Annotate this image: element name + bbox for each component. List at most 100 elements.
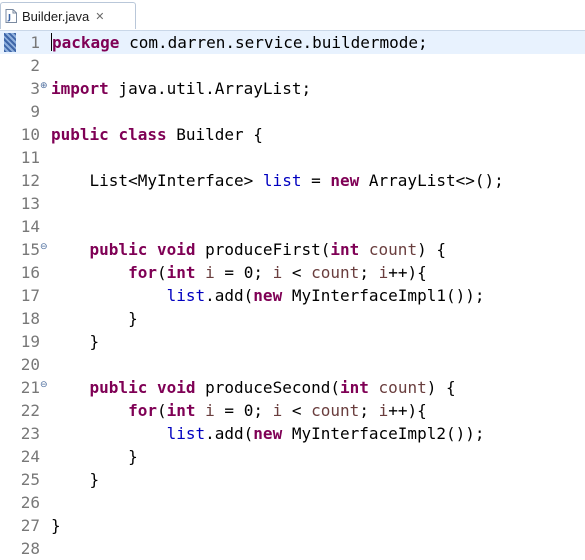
keyword-token: int [340, 378, 369, 397]
tab-builder-java[interactable]: J Builder.java ✕ [0, 2, 136, 29]
code-line[interactable]: 28 [0, 537, 585, 560]
code-token: ( [156, 401, 167, 420]
code-line[interactable]: 16 for(int i = 0; i < count; i++){ [0, 261, 585, 284]
collapse-fold-icon[interactable]: ⊖ [40, 376, 48, 394]
code-token: com.darren.service.buildermode; [119, 33, 428, 52]
code-line[interactable]: 27} [0, 514, 585, 537]
code-token: } [51, 332, 100, 351]
code-line[interactable]: 15 ⊖ public void produceFirst(int count) … [0, 238, 585, 261]
code-line[interactable]: 14 [0, 215, 585, 238]
keyword-token: void [156, 378, 196, 397]
code-token: ; [359, 401, 379, 420]
variable-token: count [311, 263, 360, 282]
keyword-token: int [166, 401, 196, 420]
code-line[interactable]: 11 [0, 146, 585, 169]
keyword-token: public [89, 378, 148, 397]
code-token: } [51, 516, 61, 535]
keyword-token: int [166, 263, 196, 282]
code-token: .add( [205, 286, 254, 305]
code-line[interactable]: 3 ⊕ import java.util.ArrayList; [0, 77, 585, 100]
variable-token: i [205, 263, 215, 282]
code-line[interactable]: 26 [0, 491, 585, 514]
code-token: ; [359, 263, 379, 282]
keyword-token: for [128, 263, 157, 282]
code-line[interactable]: 2 [0, 54, 585, 77]
line-number: 26 [20, 493, 40, 512]
keyword-token: void [156, 240, 196, 259]
line-number: 10 [20, 125, 40, 144]
variable-token: i [272, 263, 283, 282]
line-number: 18 [20, 309, 40, 328]
line-number: 22 [20, 401, 40, 420]
code-editor[interactable]: 1 package com.darren.service.buildermode;… [0, 31, 585, 560]
code-line[interactable]: 18 } [0, 307, 585, 330]
code-token: ArrayList<>(); [359, 171, 504, 190]
line-number: 21 [20, 378, 40, 397]
code-token: = 0; [214, 263, 273, 282]
code-token: .add( [205, 424, 254, 443]
code-token: ) { [417, 240, 446, 259]
code-line[interactable]: 24 } [0, 445, 585, 468]
code-text: } [51, 514, 61, 537]
keyword-token: new [253, 424, 283, 443]
keyword-token: new [330, 171, 360, 190]
line-number: 20 [20, 355, 40, 374]
line-number: 28 [20, 539, 40, 558]
code-line[interactable]: 20 [0, 353, 585, 376]
line-number: 27 [20, 516, 40, 535]
code-line[interactable]: 22 for(int i = 0; i < count; i++){ [0, 399, 585, 422]
keyword-token: new [253, 286, 283, 305]
field-token: list [166, 424, 206, 443]
code-line[interactable]: 21 ⊖ public void produceSecond(int count)… [0, 376, 585, 399]
code-token: < [282, 401, 312, 420]
collapse-fold-icon[interactable]: ⊖ [40, 238, 48, 256]
line-number: 17 [20, 286, 40, 305]
variable-token: count [378, 378, 427, 397]
code-line[interactable]: 17 list.add(new MyInterfaceImpl1()); [0, 284, 585, 307]
code-token: produceFirst( [195, 240, 331, 259]
line-number: 23 [20, 424, 40, 443]
code-text: for(int i = 0; i < count; i++){ [51, 261, 427, 284]
code-token: < [282, 263, 312, 282]
keyword-token: package [52, 33, 120, 52]
expand-fold-icon[interactable]: ⊕ [40, 77, 48, 95]
keyword-token: for [128, 401, 157, 420]
variable-token: count [368, 240, 418, 259]
code-text: public class Builder { [51, 123, 263, 146]
close-icon[interactable]: ✕ [95, 10, 104, 23]
tab-title: Builder.java [22, 8, 90, 24]
code-line[interactable]: 19 } [0, 330, 585, 353]
code-text: package com.darren.service.buildermode; [51, 31, 428, 54]
line-number: 12 [20, 171, 40, 190]
code-line[interactable]: 9 [0, 100, 585, 123]
code-text: } [51, 468, 100, 491]
code-line[interactable]: 23 list.add(new MyInterfaceImpl2()); [0, 422, 585, 445]
line-number: 3 [30, 79, 40, 98]
code-text: list.add(new MyInterfaceImpl2()); [51, 422, 485, 445]
keyword-token: class [118, 125, 167, 144]
code-text: for(int i = 0; i < count; i++){ [51, 399, 427, 422]
code-line[interactable]: 13 [0, 192, 585, 215]
code-token: = [301, 171, 331, 190]
code-text: } [51, 445, 138, 468]
keyword-token: int [330, 240, 360, 259]
code-token: ++){ [388, 263, 427, 282]
code-line[interactable]: 10 public class Builder { [0, 123, 585, 146]
code-token: MyInterfaceImpl2()); [282, 424, 485, 443]
code-token: ( [156, 263, 167, 282]
variable-token: i [378, 401, 389, 420]
code-text: List<MyInterface> list = new ArrayList<>… [51, 169, 504, 192]
code-line[interactable]: 12 List<MyInterface> list = new ArrayLis… [0, 169, 585, 192]
code-line[interactable]: 25 } [0, 468, 585, 491]
code-token: java.util.ArrayList; [108, 79, 312, 98]
code-line[interactable]: 1 package com.darren.service.buildermode; [0, 31, 585, 54]
